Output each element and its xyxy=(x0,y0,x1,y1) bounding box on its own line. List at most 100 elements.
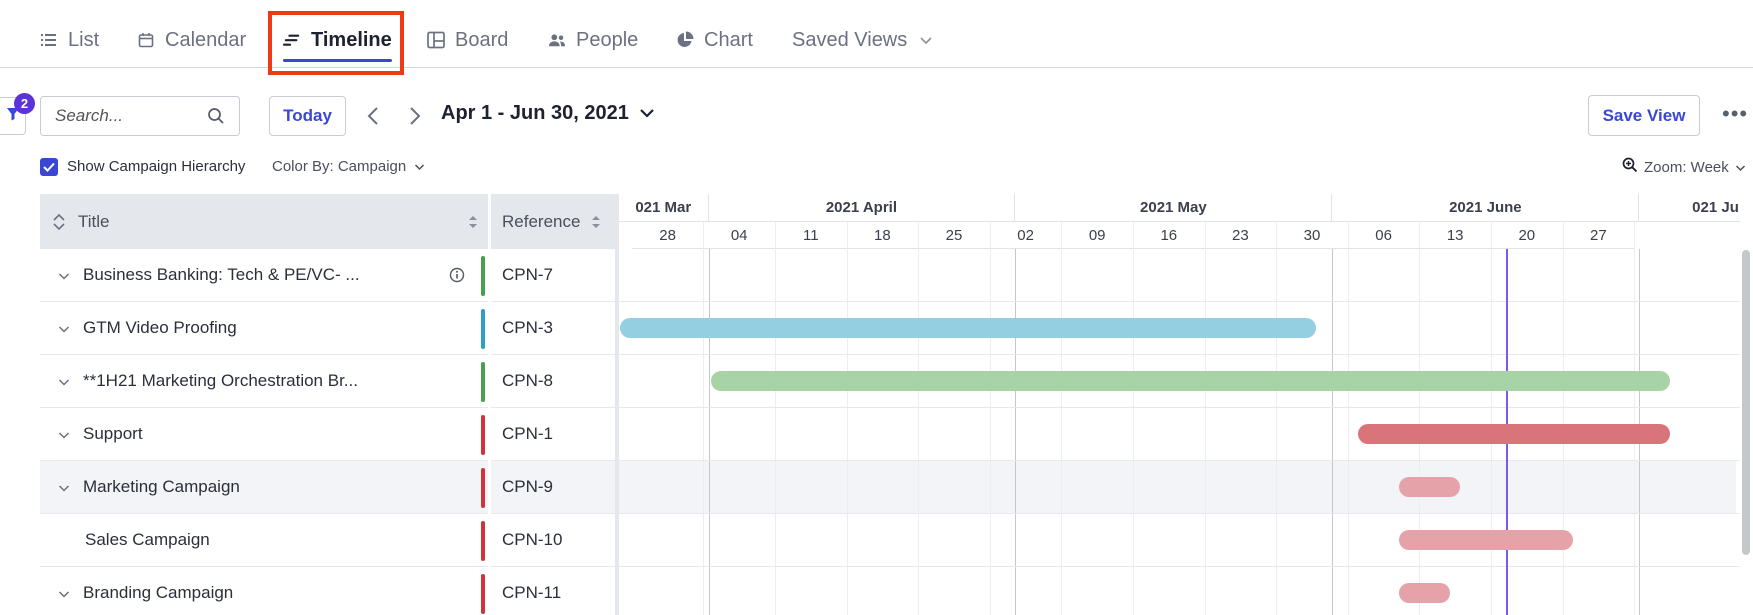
campaign-timeline-bar[interactable] xyxy=(710,371,1670,391)
tab-saved-views-label: Saved Views xyxy=(792,28,908,51)
week-grid-line xyxy=(703,222,705,615)
tab-saved-views[interactable]: Saved Views xyxy=(792,22,935,58)
zoom-label: Zoom: Week xyxy=(1644,158,1729,176)
tab-calendar[interactable]: Calendar xyxy=(137,22,246,58)
tab-people-label: People xyxy=(576,28,639,51)
chevron-down-icon xyxy=(917,31,935,49)
show-hierarchy-label[interactable]: Show Campaign Hierarchy xyxy=(67,158,245,175)
campaign-color-indicator xyxy=(481,309,485,349)
tab-chart-label: Chart xyxy=(704,28,753,51)
chevron-down-icon xyxy=(1735,159,1746,176)
timeline-week-label: 09 xyxy=(1061,222,1133,249)
search-input[interactable] xyxy=(55,106,205,126)
search-icon[interactable] xyxy=(207,107,225,130)
date-range-selector[interactable]: Apr 1 - Jun 30, 2021 xyxy=(441,102,655,125)
previous-period-button[interactable] xyxy=(362,104,384,128)
campaign-color-indicator xyxy=(481,468,485,508)
month-boundary-line xyxy=(1332,249,1334,615)
filter-count-badge: 2 xyxy=(14,93,35,114)
column-separator xyxy=(488,194,491,615)
pie-chart-icon xyxy=(676,31,694,49)
timeline-row-separator xyxy=(619,301,1740,302)
timeline-panel: 021 Mar 2021 April 2021 May 2021 June 021 Ju… xyxy=(619,194,1740,615)
tab-people[interactable]: People xyxy=(548,22,638,58)
week-grid-line xyxy=(1276,222,1278,615)
zoom-dropdown[interactable]: Zoom: Week xyxy=(1622,157,1746,177)
more-options-icon[interactable]: ••• xyxy=(1722,103,1748,125)
timeline-month-label: 021 Ju xyxy=(1639,194,1740,222)
row-reference: CPN-9 xyxy=(502,477,554,496)
row-reference: CPN-3 xyxy=(502,318,554,337)
sort-icon[interactable] xyxy=(591,214,601,230)
timeline-week-label: 27 xyxy=(1562,222,1635,249)
timeline-week-label: 25 xyxy=(918,222,990,249)
timeline-week-label: 06 xyxy=(1347,222,1420,249)
tab-board[interactable]: Board xyxy=(427,22,508,58)
campaign-color-indicator xyxy=(481,521,485,561)
chevron-down-icon[interactable] xyxy=(58,586,70,604)
timeline-week-label: 23 xyxy=(1204,222,1277,249)
checkmark-icon xyxy=(43,162,55,172)
timeline-month-label: 021 Mar xyxy=(619,194,709,222)
timeline-week-label: 20 xyxy=(1490,222,1563,249)
chevron-down-icon[interactable] xyxy=(58,321,70,339)
row-title[interactable]: **1H21 Marketing Orchestration Br... xyxy=(83,355,358,407)
week-grid-line xyxy=(1347,222,1349,615)
save-view-button[interactable]: Save View xyxy=(1588,95,1700,136)
chevron-down-icon[interactable] xyxy=(58,480,70,498)
title-column-header[interactable]: Title xyxy=(52,194,482,249)
campaign-timeline-bar[interactable] xyxy=(1398,477,1461,497)
row-title[interactable]: GTM Video Proofing xyxy=(83,302,237,354)
campaign-timeline-bar[interactable] xyxy=(1398,530,1573,550)
week-grid-line xyxy=(1562,222,1564,615)
row-reference: CPN-7 xyxy=(502,265,554,284)
month-boundary-line xyxy=(1015,249,1017,615)
campaign-timeline-bar[interactable] xyxy=(1398,583,1451,603)
row-title[interactable]: Branding Campaign xyxy=(83,567,233,615)
people-icon xyxy=(548,31,566,49)
timeline-row-separator xyxy=(619,460,1740,461)
color-by-dropdown[interactable]: Color By: Campaign xyxy=(272,158,425,175)
timeline-month-label: 2021 June xyxy=(1332,194,1640,222)
timeline-week-label: 11 xyxy=(774,222,847,249)
timeline-month-label: 2021 April xyxy=(708,194,1016,222)
tab-list[interactable]: List xyxy=(40,22,99,58)
chevron-down-icon[interactable] xyxy=(58,268,70,286)
title-column-label: Title xyxy=(78,211,110,231)
tab-list-label: List xyxy=(68,28,100,51)
row-title[interactable]: Business Banking: Tech & PE/VC- ... xyxy=(83,249,360,301)
row-title[interactable]: Sales Campaign xyxy=(85,514,210,566)
week-grid-line xyxy=(918,222,920,615)
chevron-down-icon xyxy=(414,158,425,175)
zoom-icon xyxy=(1622,157,1638,177)
week-grid-line xyxy=(1204,222,1206,615)
tab-chart[interactable]: Chart xyxy=(676,22,753,58)
campaign-timeline-bar[interactable] xyxy=(620,318,1317,338)
tab-calendar-label: Calendar xyxy=(165,28,247,51)
info-icon[interactable] xyxy=(449,267,465,288)
campaign-color-indicator xyxy=(481,362,485,402)
week-grid-line xyxy=(1419,222,1421,615)
chevron-down-icon[interactable] xyxy=(58,427,70,445)
reference-column-header[interactable]: Reference xyxy=(502,194,607,249)
row-title[interactable]: Marketing Campaign xyxy=(83,461,240,513)
timeline-row-separator xyxy=(619,513,1740,514)
today-button[interactable]: Today xyxy=(269,96,346,136)
expand-collapse-all-icon[interactable] xyxy=(52,213,66,231)
row-title[interactable]: Support xyxy=(83,408,143,460)
timeline-week-label: 18 xyxy=(846,222,919,249)
campaign-color-indicator xyxy=(481,415,485,455)
timeline-week-label: 28 xyxy=(631,222,704,249)
next-period-button[interactable] xyxy=(404,104,426,128)
timeline-week-label: 30 xyxy=(1276,222,1348,249)
show-hierarchy-checkbox[interactable] xyxy=(40,158,58,176)
tab-board-label: Board xyxy=(455,28,509,51)
chevron-down-icon[interactable] xyxy=(58,374,70,392)
campaign-timeline-bar[interactable] xyxy=(1358,424,1670,444)
sort-icon[interactable] xyxy=(468,214,478,230)
vertical-scrollbar[interactable] xyxy=(1742,250,1750,555)
search-box[interactable] xyxy=(40,96,240,136)
chevron-down-icon xyxy=(639,102,655,125)
calendar-icon xyxy=(137,31,155,49)
week-grid-line xyxy=(1132,222,1134,615)
